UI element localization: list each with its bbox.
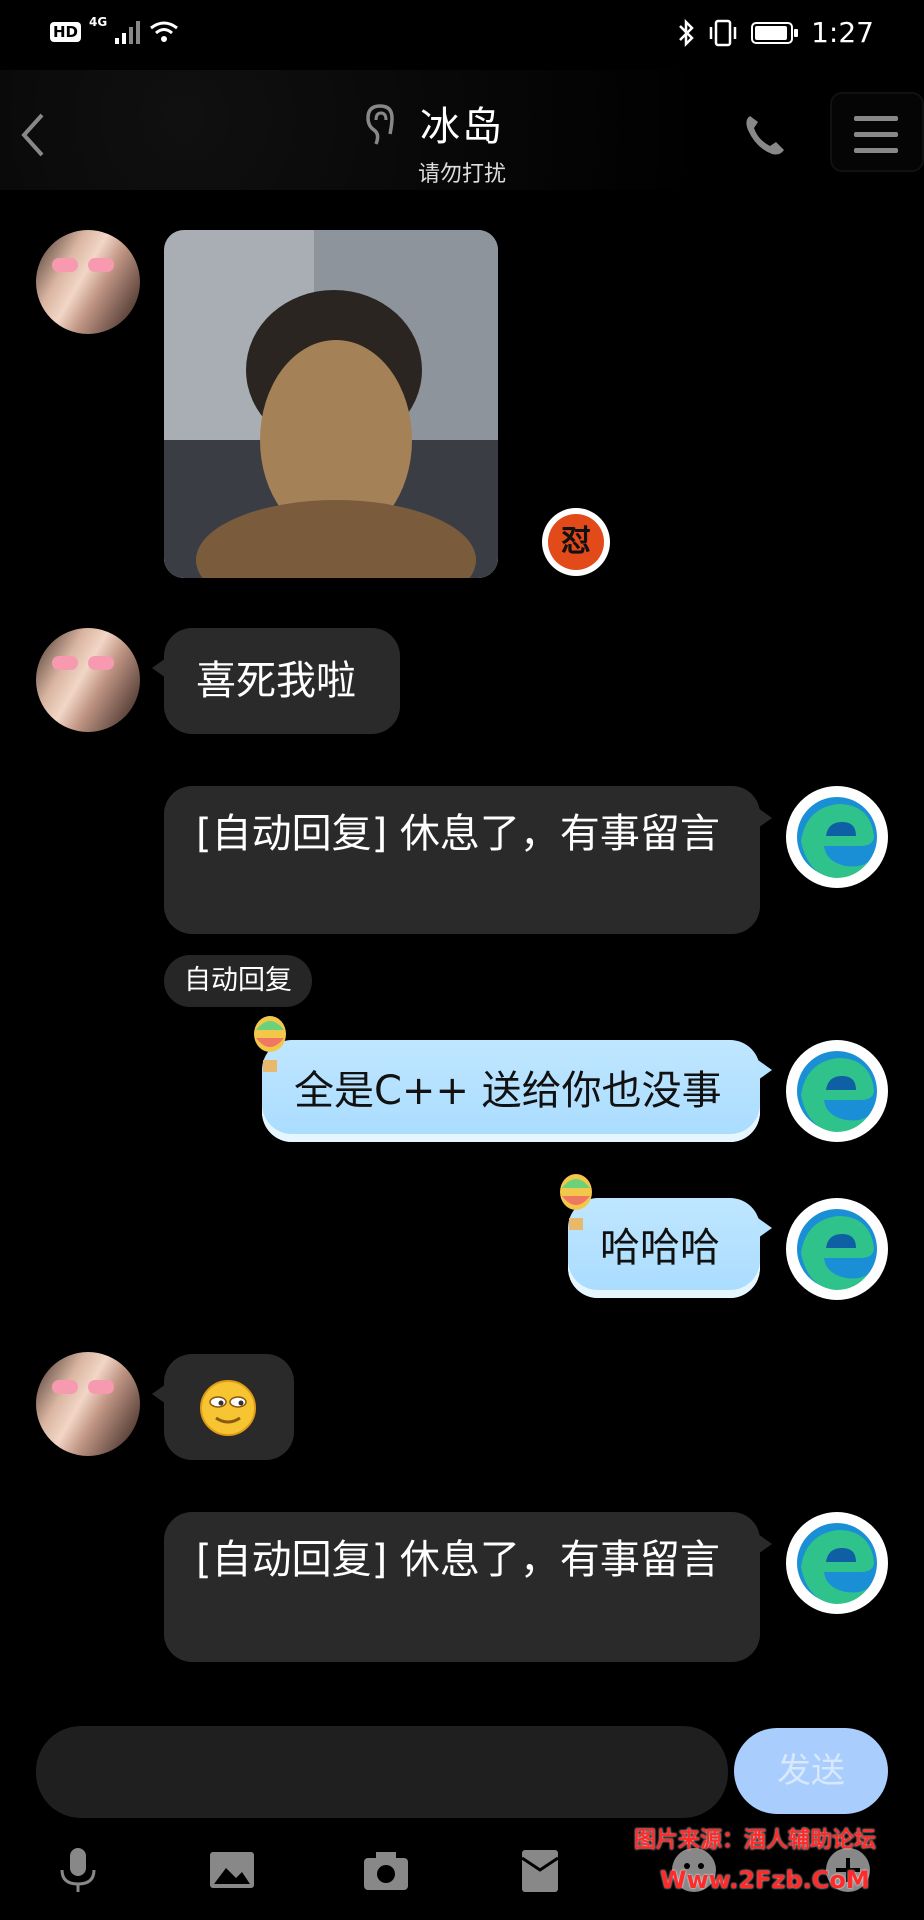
message-text: 喜死我啦	[196, 658, 356, 704]
battery-icon	[751, 21, 799, 44]
contact-avatar[interactable]	[36, 628, 140, 732]
phone-icon[interactable]	[740, 110, 790, 160]
incoming-message[interactable]: 喜死我啦	[152, 628, 400, 734]
message-text: [自动回复] 休息了，有事留言	[196, 1537, 720, 1583]
status-left: HD 4G	[50, 15, 179, 44]
watermark-url: Www.2Fzb.CoM	[660, 1866, 870, 1894]
signal-icon	[115, 21, 141, 44]
smirk-emoji-icon	[200, 1380, 256, 1436]
image-icon[interactable]	[206, 1844, 258, 1896]
vibrate-icon	[709, 19, 737, 46]
reaction-badge[interactable]: 怼	[542, 508, 610, 576]
contact-status: 请勿打扰	[417, 162, 506, 187]
outgoing-message[interactable]: [自动回复] 休息了，有事留言	[164, 786, 772, 934]
message-text: [自动回复] 休息了，有事留言	[196, 811, 720, 857]
bluetooth-icon	[679, 18, 694, 47]
message-photo[interactable]	[164, 230, 498, 578]
my-avatar[interactable]	[786, 1198, 888, 1300]
balloon-icon	[560, 1174, 592, 1230]
my-avatar[interactable]	[786, 786, 888, 888]
menu-icon[interactable]	[830, 92, 924, 172]
contact-avatar[interactable]	[36, 230, 140, 334]
my-avatar[interactable]	[786, 1040, 888, 1142]
balloon-icon	[254, 1016, 286, 1072]
microphone-icon[interactable]	[52, 1844, 104, 1896]
outgoing-message[interactable]: 哈哈哈	[568, 1198, 772, 1298]
camera-icon[interactable]	[360, 1844, 412, 1896]
edge-logo-icon	[797, 1051, 877, 1132]
contact-avatar[interactable]	[36, 1352, 140, 1456]
status-bar: HD 4G 1:27	[0, 0, 924, 70]
message-input[interactable]	[36, 1726, 728, 1818]
auto-reply-tag: 自动回复	[164, 955, 312, 1007]
status-right: 1:27	[677, 16, 874, 49]
my-avatar[interactable]	[786, 1512, 888, 1614]
outgoing-message[interactable]: 全是C++ 送给你也没事	[262, 1040, 772, 1142]
edge-logo-icon	[797, 1523, 877, 1604]
red-packet-icon[interactable]	[514, 1844, 566, 1896]
edge-logo-icon	[797, 1209, 877, 1290]
network-type: 4G	[89, 15, 108, 29]
watermark-text: 图片来源：酒人辅助论坛	[634, 1828, 877, 1853]
message-text: 全是C++ 送给你也没事	[294, 1068, 722, 1114]
chat-header: 冰岛 请勿打扰	[0, 70, 924, 190]
wifi-icon	[150, 21, 179, 42]
send-button[interactable]: 发送	[734, 1728, 888, 1814]
incoming-message[interactable]	[152, 1354, 294, 1460]
edge-logo-icon	[797, 797, 877, 878]
hd-badge: HD	[50, 22, 82, 42]
reaction-text: 怼	[548, 514, 604, 570]
message-text: 哈哈哈	[600, 1225, 720, 1271]
outgoing-message[interactable]: [自动回复] 休息了，有事留言	[164, 1512, 772, 1662]
photo-image	[164, 230, 498, 578]
clock: 1:27	[811, 16, 874, 49]
